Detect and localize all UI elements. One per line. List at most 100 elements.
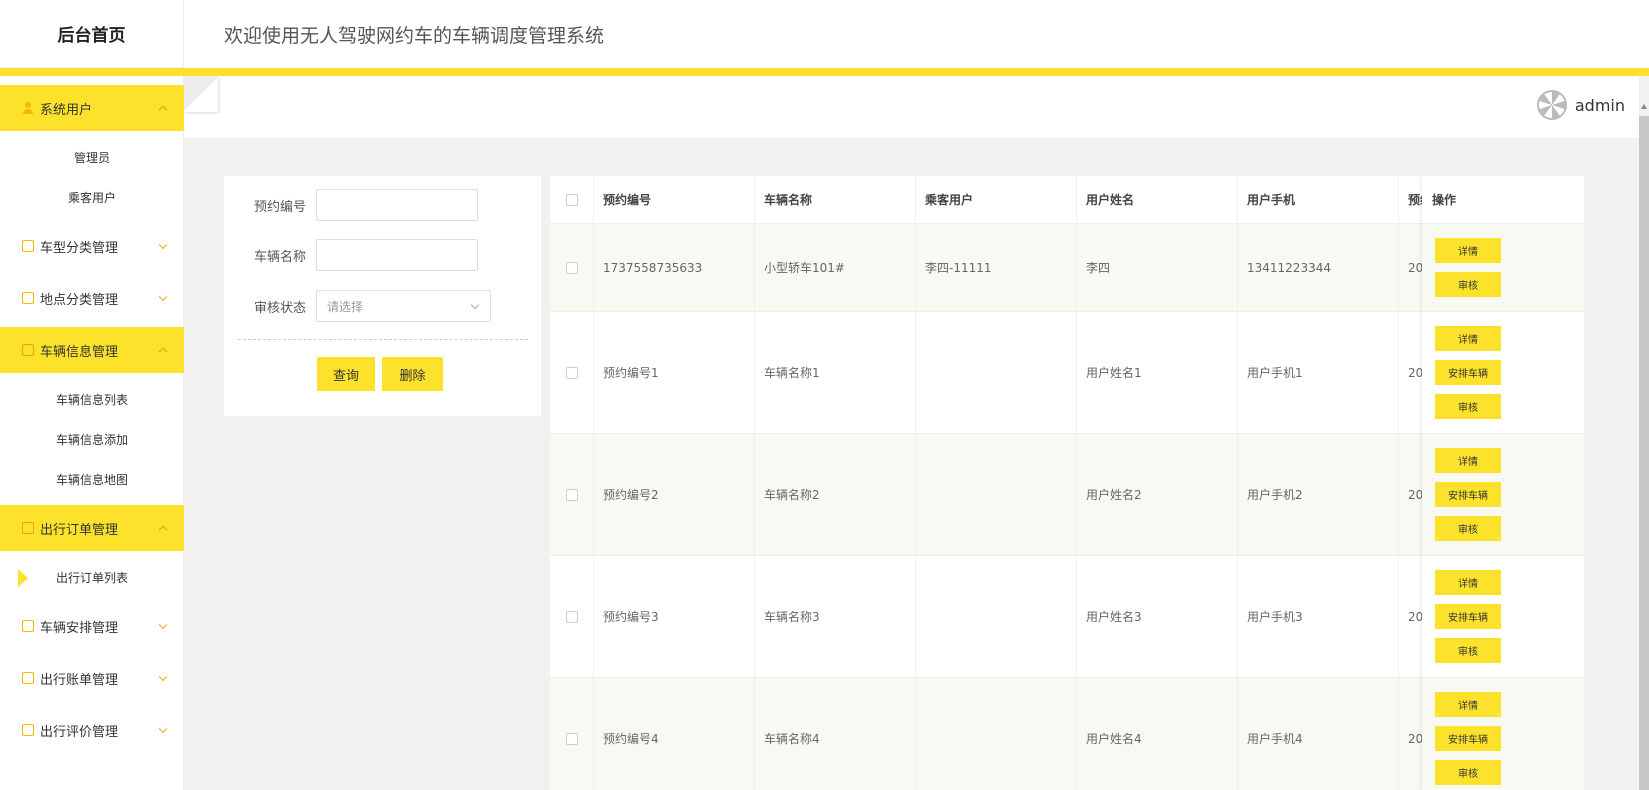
row-select-cell xyxy=(550,434,594,555)
sidebar-item-trip-order-list[interactable]: 出行订单列表 xyxy=(0,557,184,597)
cell-reservation-no: 预约编号4 xyxy=(594,678,755,790)
chevron-up-icon xyxy=(158,105,168,115)
detail-button[interactable]: 详情 xyxy=(1435,448,1501,473)
query-button[interactable]: 查询 xyxy=(317,357,375,391)
vehicle-name-input[interactable] xyxy=(316,239,478,271)
scrollbar-thumb[interactable] xyxy=(1639,116,1649,790)
avatar xyxy=(1536,90,1567,120)
row-select-cell xyxy=(550,556,594,677)
assign-vehicle-button[interactable]: 安排车辆 xyxy=(1435,604,1501,629)
menu-group-label: 出行订单管理 xyxy=(40,522,119,538)
cell-passenger: 李四-11111 xyxy=(916,224,1077,311)
review-button[interactable]: 审核 xyxy=(1435,760,1501,785)
chevron-down-icon xyxy=(158,724,168,734)
menu-group-trip-reviews[interactable]: 出行评价管理 xyxy=(0,707,184,753)
menu-group-label: 车辆信息管理 xyxy=(40,344,119,360)
cell-vehicle-name: 车辆名称2 xyxy=(755,434,916,555)
orders-table: 预约编号 车辆名称 乘客用户 用户姓名 用户手机 预约 173755873563… xyxy=(550,176,1584,790)
cell-user-name: 用户姓名2 xyxy=(1077,434,1238,555)
ops-cell: 详情 安排车辆 审核 xyxy=(1422,678,1584,790)
detail-button[interactable]: 详情 xyxy=(1435,238,1501,263)
row-checkbox[interactable] xyxy=(565,261,578,274)
menu-group-vehicle-scheduling[interactable]: 车辆安排管理 xyxy=(0,603,184,649)
row-checkbox[interactable] xyxy=(565,732,578,745)
scroll-up-icon[interactable] xyxy=(1641,104,1647,109)
page-header: 欢迎使用无人驾驶网约车的车辆调度管理系统 xyxy=(184,0,1649,68)
cell-passenger xyxy=(916,312,1077,433)
menu-group-vehicle-info[interactable]: 车辆信息管理 xyxy=(0,327,184,373)
form-row-vehicle-name: 车辆名称 xyxy=(224,239,541,271)
cell-user-phone: 用户手机2 xyxy=(1238,434,1399,555)
chevron-down-icon xyxy=(158,240,168,250)
menu-group-trip-bills[interactable]: 出行账单管理 xyxy=(0,655,184,701)
menu-group-label: 系统用户 xyxy=(40,102,93,118)
row-checkbox[interactable] xyxy=(565,610,578,623)
operations-column: 操作 详情 审核 详情 安排车辆 审核 详情 安排车辆 审核 详情 安排车辆 审… xyxy=(1422,176,1584,790)
ops-cell: 详情 审核 xyxy=(1422,224,1584,312)
menu-group-system-users[interactable]: 系统用户 xyxy=(0,85,184,131)
review-button[interactable]: 审核 xyxy=(1435,394,1501,419)
sidebar-item-passengers[interactable]: 乘客用户 xyxy=(0,177,184,217)
row-checkbox[interactable] xyxy=(565,488,578,501)
collapse-toggle[interactable] xyxy=(184,76,218,112)
menu-group-label: 车型分类管理 xyxy=(40,240,119,256)
col-header[interactable]: 乘客用户 xyxy=(916,176,1077,223)
select-all-checkbox[interactable] xyxy=(565,193,578,206)
menu-group-vehicle-types[interactable]: 车型分类管理 xyxy=(0,223,184,269)
cell-vehicle-name: 小型轿车101# xyxy=(755,224,916,311)
user-menu[interactable]: admin xyxy=(1536,90,1625,120)
ops-cell: 详情 安排车辆 审核 xyxy=(1422,556,1584,678)
edit-icon xyxy=(22,620,34,632)
row-checkbox[interactable] xyxy=(565,366,578,379)
assign-vehicle-button[interactable]: 安排车辆 xyxy=(1435,482,1501,507)
menu-group-label: 出行账单管理 xyxy=(40,672,119,688)
detail-button[interactable]: 详情 xyxy=(1435,692,1501,717)
chevron-down-icon xyxy=(158,620,168,630)
cell-reservation-no: 预约编号2 xyxy=(594,434,755,555)
sidebar-item-admin[interactable]: 管理员 xyxy=(0,137,184,177)
vehicle-name-label: 车辆名称 xyxy=(253,249,306,265)
review-button[interactable]: 审核 xyxy=(1435,516,1501,541)
review-status-select[interactable]: 请选择 xyxy=(316,290,491,322)
sidebar-item-vehicle-add[interactable]: 车辆信息添加 xyxy=(0,419,184,459)
sidebar-item-vehicle-list[interactable]: 车辆信息列表 xyxy=(0,379,184,419)
edit-icon xyxy=(22,344,34,356)
cell-passenger xyxy=(916,434,1077,555)
col-header[interactable]: 用户姓名 xyxy=(1077,176,1238,223)
assign-vehicle-button[interactable]: 安排车辆 xyxy=(1435,360,1501,385)
cell-vehicle-name: 车辆名称4 xyxy=(755,678,916,790)
chevron-down-icon xyxy=(470,300,480,310)
home-link[interactable]: 后台首页 xyxy=(0,0,183,68)
detail-button[interactable]: 详情 xyxy=(1435,326,1501,351)
divider xyxy=(238,339,528,340)
edit-icon xyxy=(22,240,34,252)
chevron-up-icon xyxy=(158,347,168,357)
cell-user-name: 用户姓名3 xyxy=(1077,556,1238,677)
cell-user-name: 用户姓名1 xyxy=(1077,312,1238,433)
menu-group-trip-orders[interactable]: 出行订单管理 xyxy=(0,505,184,551)
cell-vehicle-name: 车辆名称3 xyxy=(755,556,916,677)
row-select-cell xyxy=(550,312,594,433)
cell-passenger xyxy=(916,556,1077,677)
cell-reservation-no: 1737558735633 xyxy=(594,224,755,311)
review-button[interactable]: 审核 xyxy=(1435,638,1501,663)
assign-vehicle-button[interactable]: 安排车辆 xyxy=(1435,726,1501,751)
review-button[interactable]: 审核 xyxy=(1435,272,1501,297)
ops-header: 操作 xyxy=(1422,176,1584,224)
sidebar-item-vehicle-map[interactable]: 车辆信息地图 xyxy=(0,459,184,499)
reservation-no-input[interactable] xyxy=(316,189,478,221)
review-status-label: 审核状态 xyxy=(253,300,306,316)
cell-user-phone: 用户手机3 xyxy=(1238,556,1399,677)
cell-vehicle-name: 车辆名称1 xyxy=(755,312,916,433)
delete-button[interactable]: 删除 xyxy=(382,357,443,391)
cell-user-name: 用户姓名4 xyxy=(1077,678,1238,790)
cell-user-phone: 用户手机4 xyxy=(1238,678,1399,790)
page-title: 欢迎使用无人驾驶网约车的车辆调度管理系统 xyxy=(224,24,605,47)
detail-button[interactable]: 详情 xyxy=(1435,570,1501,595)
col-header[interactable]: 预约编号 xyxy=(594,176,755,223)
col-header[interactable]: 用户手机 xyxy=(1238,176,1399,223)
col-header[interactable]: 车辆名称 xyxy=(755,176,916,223)
menu-group-locations[interactable]: 地点分类管理 xyxy=(0,275,184,321)
ops-cell: 详情 安排车辆 审核 xyxy=(1422,434,1584,556)
search-panel: 预约编号 车辆名称 审核状态 请选择 查询 删除 xyxy=(224,176,541,416)
